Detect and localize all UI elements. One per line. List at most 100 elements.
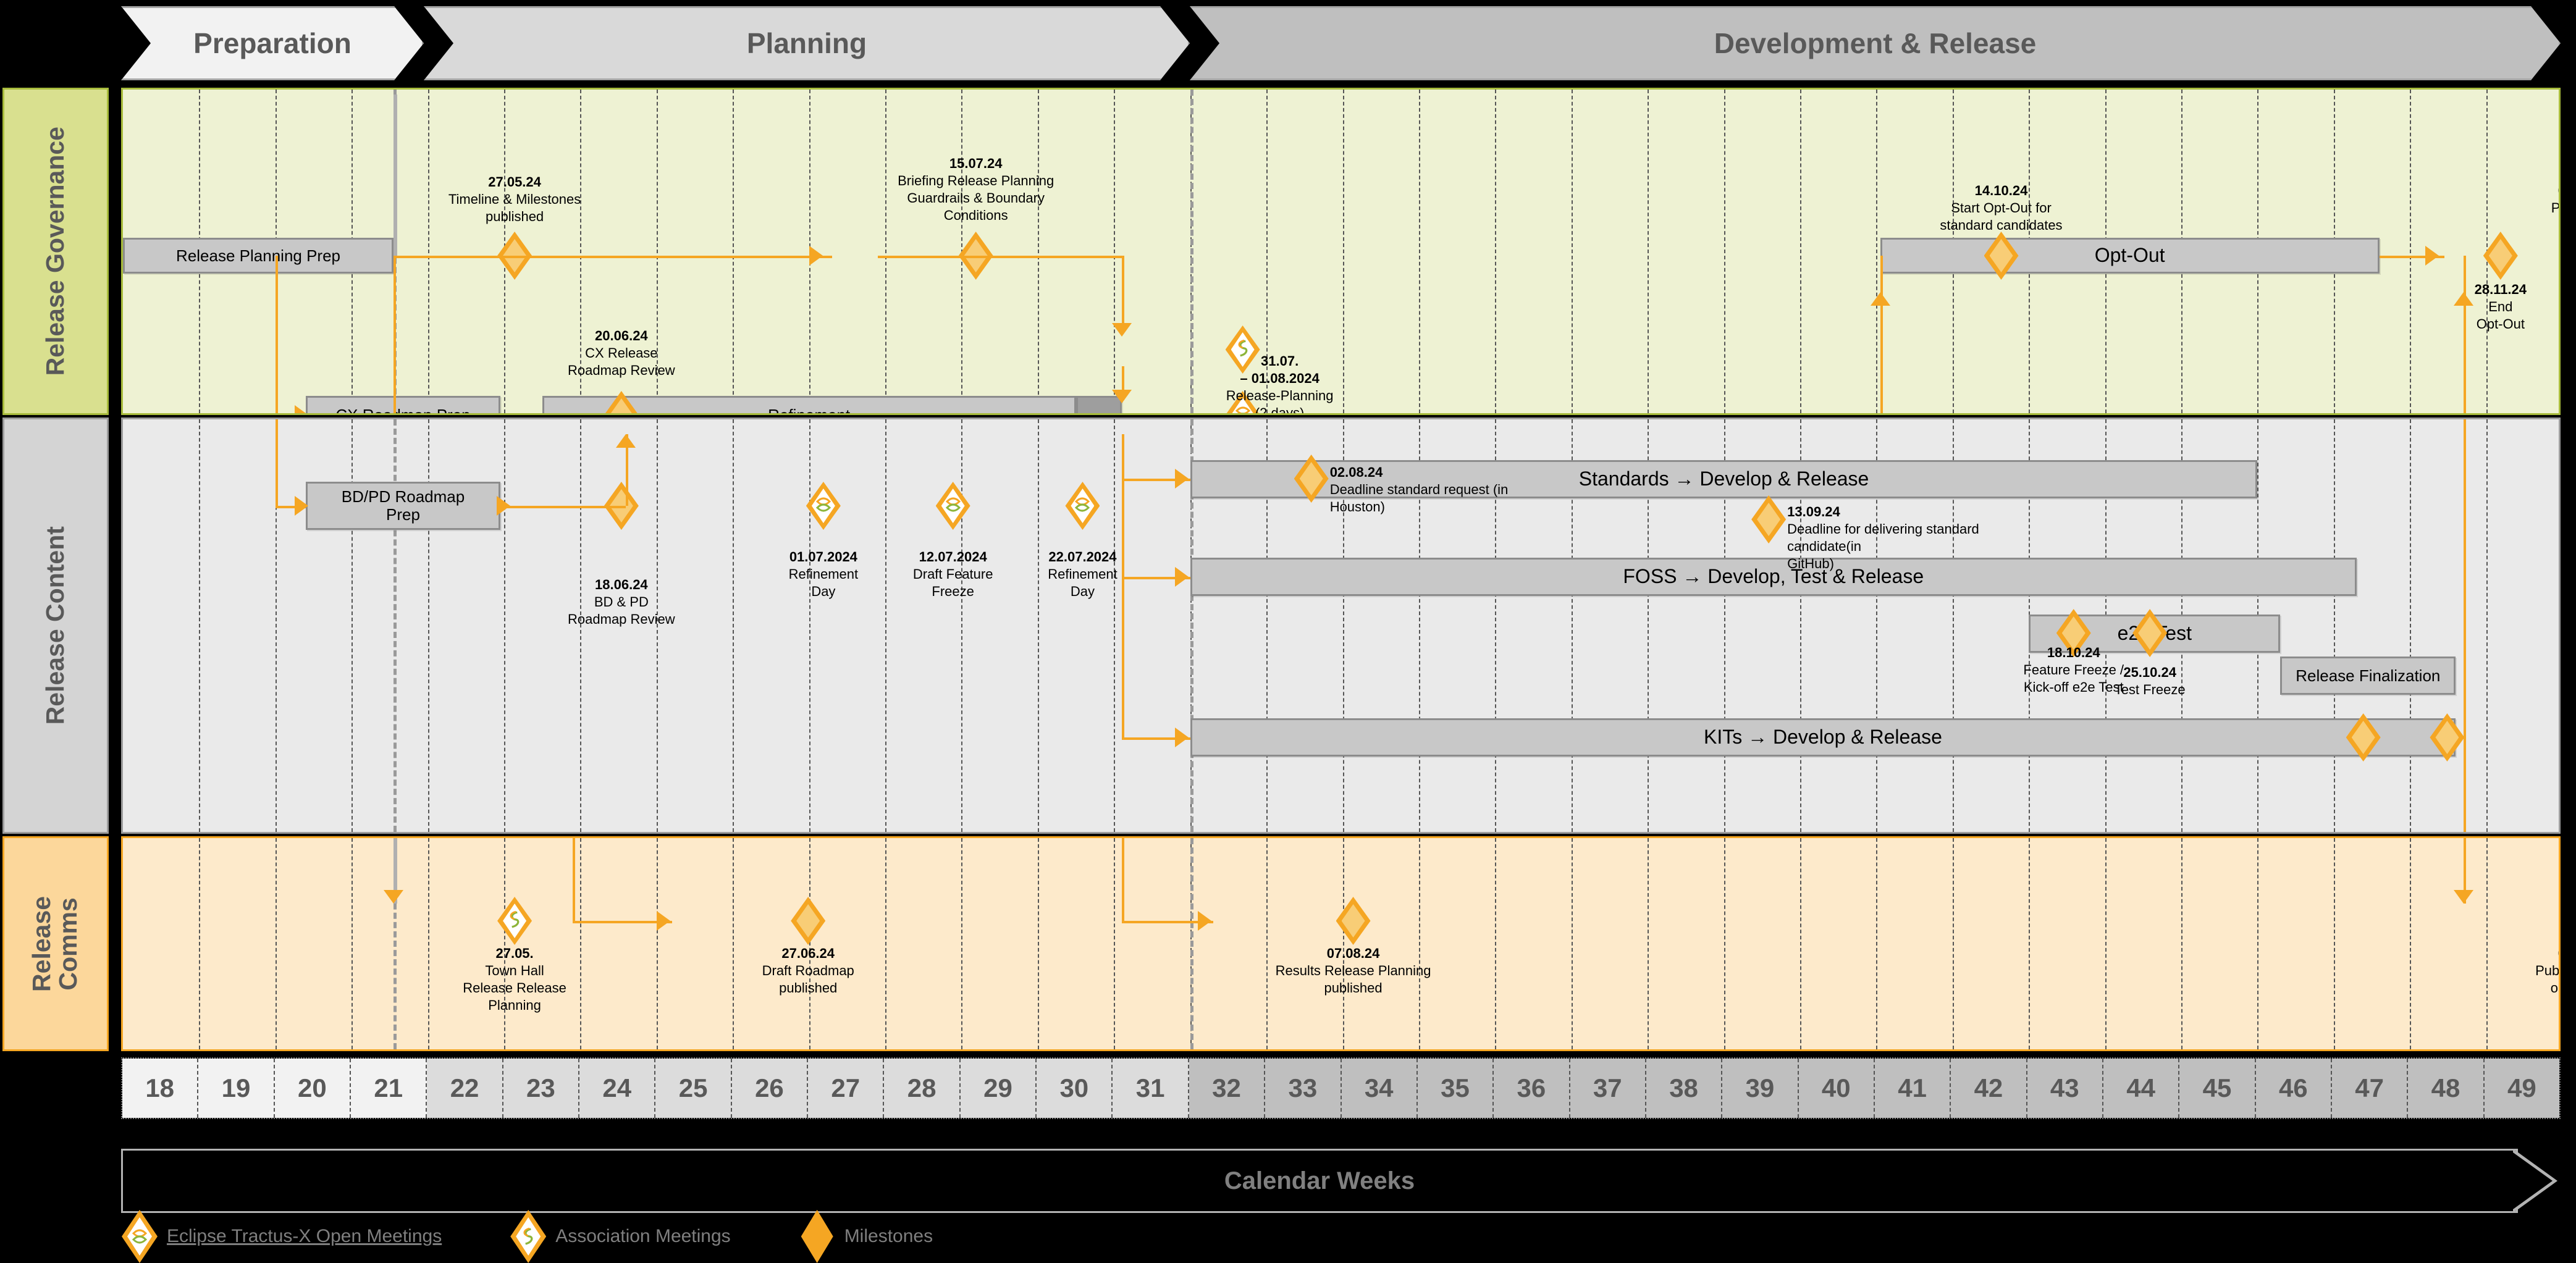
week-cell-38: 38 bbox=[1646, 1059, 1723, 1118]
connector-arrow bbox=[1175, 728, 1189, 747]
association-diamond-icon bbox=[497, 897, 532, 945]
connector-line bbox=[2463, 256, 2466, 413]
connector-line bbox=[573, 838, 576, 921]
week-number: 23 bbox=[526, 1073, 555, 1102]
legend: Eclipse Tractus-X Open Meetings Associati… bbox=[121, 1210, 1001, 1263]
connector-arrow bbox=[294, 405, 308, 413]
milestone-text: Test Freeze bbox=[2114, 682, 2186, 698]
milestone-diamond-icon bbox=[2559, 713, 2561, 762]
week-cell-35: 35 bbox=[1417, 1059, 1494, 1118]
week-number: 49 bbox=[2507, 1073, 2536, 1102]
legend-item-tractusx-diamond[interactable]: Eclipse Tractus-X Open Meetings bbox=[121, 1210, 442, 1263]
bar-label: CX Roadmap Prep bbox=[335, 405, 471, 415]
ms-comms-02-12-label: 02.12.24Publish Release on Website bbox=[2504, 945, 2559, 997]
week-cell-29: 29 bbox=[960, 1059, 1037, 1118]
legend-label: Association Meetings bbox=[555, 1226, 731, 1246]
connector-line bbox=[394, 256, 397, 413]
grid-line bbox=[275, 838, 277, 1049]
grid-line bbox=[1571, 90, 1573, 413]
week-cell-43: 43 bbox=[2027, 1059, 2103, 1118]
grid-line bbox=[1571, 838, 1573, 1049]
week-cell-37: 37 bbox=[1570, 1059, 1646, 1118]
week-cell-27: 27 bbox=[808, 1059, 885, 1118]
grid-line bbox=[2410, 419, 2412, 832]
milestone-text: Timeline & Milestones published bbox=[448, 191, 581, 225]
grid-line bbox=[1266, 838, 1268, 1049]
week-cell-36: 36 bbox=[1494, 1059, 1570, 1118]
milestone-text: Draft Roadmap published bbox=[762, 963, 854, 996]
bar-foss-bar[interactable]: FOSS → Develop, Test & Release bbox=[1190, 558, 2357, 596]
grid-line bbox=[1952, 838, 1954, 1049]
milestone-date: 25.10.24 bbox=[2123, 665, 2176, 680]
grid-line bbox=[427, 90, 429, 413]
bar-cx-roadmap-prep[interactable]: CX Roadmap Prep bbox=[306, 396, 500, 415]
grid-line bbox=[2181, 838, 2182, 1049]
tractusx-diamond-icon bbox=[806, 482, 841, 530]
grid-line bbox=[1114, 90, 1116, 413]
milestone-date: 13.09.24 bbox=[1787, 504, 1840, 519]
milestone-diamond-icon bbox=[791, 897, 826, 945]
week-number: 29 bbox=[983, 1073, 1012, 1102]
lane-label-text: Release Governance bbox=[41, 127, 70, 376]
milestone-diamond-icon bbox=[2559, 609, 2561, 657]
milestone-date: 22.07.2024 bbox=[1048, 549, 1117, 564]
bar-release-planning-prep[interactable]: Release Planning Prep bbox=[123, 238, 394, 274]
grid-line bbox=[809, 838, 810, 1049]
ms-14-10-24-label: 14.10.24 Start Opt-Out for standard candi… bbox=[1921, 182, 2082, 234]
week-number: 27 bbox=[831, 1073, 861, 1102]
week-number: 19 bbox=[221, 1073, 251, 1102]
grid-line bbox=[1037, 90, 1039, 413]
grid-line bbox=[885, 419, 887, 832]
lane-label-release-content: Release Content bbox=[2, 418, 109, 834]
milestone-date: 18.06.24 bbox=[595, 577, 648, 592]
grid-line bbox=[2029, 838, 2031, 1049]
connector-arrow bbox=[2453, 890, 2473, 904]
milestone-date: 20.06.24 bbox=[595, 328, 648, 343]
association-logo-icon bbox=[507, 910, 523, 932]
legend-item-association-diamond[interactable]: Association Meetings bbox=[510, 1210, 731, 1263]
week-cell-39: 39 bbox=[1722, 1059, 1799, 1118]
week-number: 48 bbox=[2431, 1073, 2460, 1102]
grid-line bbox=[2333, 838, 2335, 1049]
calendar-weeks-arrow-inner bbox=[2513, 1152, 2553, 1209]
bar-release-finalization-bar[interactable]: Release Finalization bbox=[2280, 657, 2456, 695]
grid-line bbox=[2410, 90, 2412, 413]
milestone-date: 27.05.24 bbox=[488, 174, 541, 190]
phase-boundary-line bbox=[1190, 90, 1193, 413]
week-cell-48: 48 bbox=[2408, 1059, 2485, 1118]
grid-line bbox=[1037, 419, 1039, 832]
milestone-date: 14.10.24 bbox=[1974, 183, 2028, 198]
week-number: 39 bbox=[1745, 1073, 1775, 1102]
week-number: 46 bbox=[2278, 1073, 2308, 1102]
grid-line bbox=[1799, 90, 1801, 413]
legend-item-milestone-diamond[interactable]: Milestones bbox=[799, 1210, 933, 1263]
bar-bd-pd-roadmap-prep[interactable]: BD/PD Roadmap Prep bbox=[306, 482, 500, 530]
bar-opt-out[interactable]: Opt-Out bbox=[1880, 238, 2380, 274]
milestone-date: 02.08.24 bbox=[1329, 464, 1383, 480]
grid-line bbox=[427, 838, 429, 1049]
calendar-weeks-label: Calendar Weeks bbox=[1224, 1167, 1415, 1194]
week-number: 45 bbox=[2202, 1073, 2232, 1102]
grid-line bbox=[733, 838, 734, 1049]
week-cell-45: 45 bbox=[2179, 1059, 2256, 1118]
bar-kits-bar[interactable]: KITs → Develop & Release bbox=[1190, 718, 2456, 757]
week-cell-47: 47 bbox=[2331, 1059, 2409, 1118]
milestone-diamond-icon bbox=[1336, 897, 1371, 945]
phase-boundary-line bbox=[1190, 838, 1193, 1049]
week-number: 26 bbox=[755, 1073, 784, 1102]
grid-line bbox=[1876, 838, 1878, 1049]
ms-tx-31-07-label: 31.07. – 01.08.2024 Release-Planning (2 d… bbox=[1200, 353, 1360, 413]
grid-line bbox=[733, 419, 734, 832]
week-number: 36 bbox=[1517, 1073, 1546, 1102]
tractusx-logo-icon bbox=[944, 495, 962, 517]
grid-line bbox=[733, 90, 734, 413]
ms-comms-27-05-label: 27.05. Town Hall Release Release Planning bbox=[434, 945, 595, 1015]
connector-line bbox=[500, 506, 626, 508]
tractusx-diamond-icon bbox=[121, 1210, 158, 1263]
grid-line bbox=[1342, 838, 1344, 1049]
week-cell-18: 18 bbox=[122, 1059, 199, 1118]
grid-line bbox=[2257, 838, 2259, 1049]
milestone-text: Deadline for delivering standard candida… bbox=[1787, 521, 1979, 572]
bar-label: Refinement bbox=[768, 405, 851, 415]
bar-label: Release Planning Prep bbox=[176, 246, 341, 265]
